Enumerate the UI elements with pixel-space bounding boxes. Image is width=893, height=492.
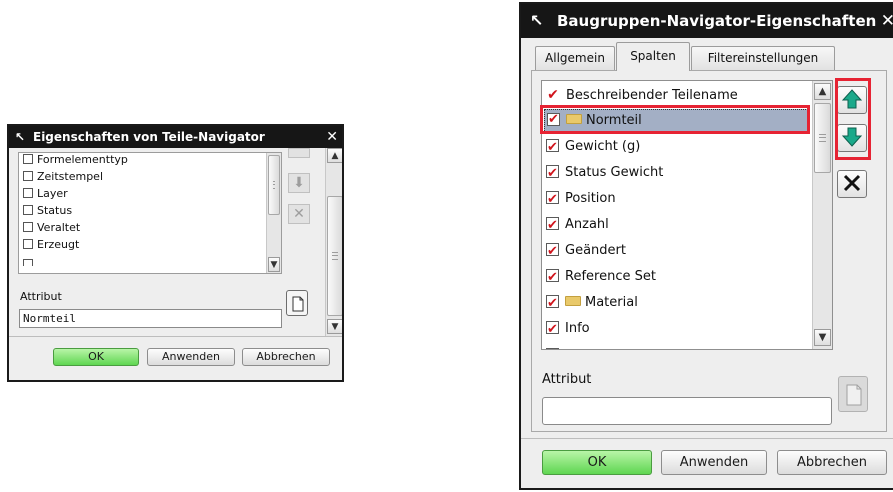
selected-row-highlight bbox=[540, 105, 810, 134]
pin-icon[interactable]: ↖ bbox=[530, 4, 543, 38]
move-buttons-highlight bbox=[835, 78, 871, 160]
scroll-up-icon[interactable]: ▲ bbox=[327, 148, 342, 163]
checkbox[interactable] bbox=[23, 205, 33, 215]
checkbox[interactable] bbox=[23, 259, 33, 266]
scroll-down-icon[interactable]: ▼ bbox=[327, 319, 342, 334]
list-item[interactable]: Position bbox=[546, 186, 616, 213]
scrollbar-thumb[interactable] bbox=[814, 103, 831, 173]
move-down-icon[interactable]: ⬇ bbox=[288, 173, 310, 193]
list-item-label: Material bbox=[585, 295, 638, 310]
title-bar[interactable]: ↖ Eigenschaften von Teile-Navigator ✕ bbox=[9, 126, 342, 148]
new-document-icon[interactable] bbox=[286, 290, 308, 316]
list-item[interactable]: Geändert bbox=[546, 238, 626, 265]
list-item-label: Formelementtyp bbox=[37, 153, 128, 166]
checkbox[interactable] bbox=[546, 161, 559, 187]
pin-icon[interactable]: ↖ bbox=[15, 126, 25, 148]
apply-button[interactable]: Anwenden bbox=[661, 450, 767, 475]
list-item[interactable]: Formelementtyp bbox=[23, 153, 128, 168]
checkbox[interactable] bbox=[23, 222, 33, 232]
list-item-label: Veraltet bbox=[37, 221, 81, 234]
list-scrollbar[interactable]: ▲ ▼ bbox=[812, 81, 832, 349]
close-icon[interactable]: ✕ bbox=[326, 126, 338, 148]
list-item[interactable]: Status bbox=[23, 202, 72, 219]
list-item-label: Status Gewicht bbox=[565, 165, 664, 180]
scroll-up-icon[interactable]: ▲ bbox=[814, 83, 831, 100]
checkbox[interactable] bbox=[23, 239, 33, 249]
list-item-label: Geändert bbox=[565, 243, 626, 258]
list-item-label: Info bbox=[565, 321, 590, 336]
apply-button[interactable]: Anwenden bbox=[147, 348, 235, 366]
checkbox[interactable] bbox=[23, 188, 33, 198]
new-document-icon[interactable] bbox=[838, 376, 868, 412]
scroll-down-icon[interactable]: ▼ bbox=[814, 329, 831, 346]
list-item-label: Layer bbox=[37, 187, 68, 200]
scroll-down-icon[interactable]: ▼ bbox=[268, 257, 280, 272]
list-item[interactable]: Anzahl bbox=[546, 212, 609, 239]
checkbox[interactable] bbox=[546, 213, 559, 239]
checkbox[interactable] bbox=[546, 135, 559, 161]
checkbox[interactable] bbox=[546, 291, 559, 317]
list-item-label: Anzahl bbox=[565, 217, 609, 232]
attribute-label: Attribut bbox=[20, 290, 62, 303]
scrollbar-thumb[interactable] bbox=[268, 155, 280, 215]
divider bbox=[521, 438, 893, 439]
dialog-title: Baugruppen-Navigator-Eigenschaften bbox=[557, 12, 877, 30]
move-up-button[interactable] bbox=[288, 148, 310, 158]
list-item-label: Reference Set bbox=[565, 269, 656, 284]
list-item-partial[interactable] bbox=[546, 343, 565, 349]
close-icon[interactable]: ✕ bbox=[881, 4, 893, 38]
list-item-label: Position bbox=[565, 191, 616, 206]
list-item-label: Erzeugt bbox=[37, 238, 80, 251]
list-item-partial[interactable] bbox=[23, 256, 83, 266]
list-item[interactable]: Gewicht (g) bbox=[546, 134, 641, 161]
checkbox[interactable] bbox=[546, 239, 559, 265]
list-item[interactable]: Veraltet bbox=[23, 219, 80, 236]
dialog-title: Eigenschaften von Teile-Navigator bbox=[33, 130, 265, 144]
delete-icon bbox=[843, 174, 861, 192]
list-item[interactable]: Info bbox=[546, 316, 590, 343]
ok-button[interactable]: OK bbox=[542, 450, 652, 475]
tab-filtereinstellungen[interactable]: Filtereinstellungen bbox=[691, 46, 835, 70]
list-item[interactable]: Layer bbox=[23, 185, 68, 202]
list-item[interactable]: Reference Set bbox=[546, 264, 656, 291]
checkbox[interactable] bbox=[23, 154, 33, 164]
list-item[interactable]: Zeitstempel bbox=[23, 168, 103, 185]
list-item-label: Gewicht (g) bbox=[565, 139, 641, 154]
cancel-button[interactable]: Abbrechen bbox=[777, 450, 887, 475]
attribute-label: Attribut bbox=[542, 372, 592, 387]
list-item[interactable]: Material bbox=[546, 290, 638, 317]
scrollbar-thumb[interactable] bbox=[327, 196, 342, 316]
tab-allgemein[interactable]: Allgemein bbox=[535, 46, 615, 70]
folder-icon bbox=[565, 296, 581, 306]
checkbox[interactable] bbox=[546, 187, 559, 213]
delete-icon[interactable]: ✕ bbox=[288, 204, 310, 224]
list-item[interactable]: Status Gewicht bbox=[546, 160, 664, 187]
divider bbox=[9, 336, 342, 337]
tab-spalten[interactable]: Spalten bbox=[616, 42, 690, 71]
list-item-label: Beschreibender Teilename bbox=[566, 88, 738, 103]
cancel-button[interactable]: Abbrechen bbox=[242, 348, 330, 366]
checkbox[interactable] bbox=[23, 171, 33, 181]
title-bar[interactable]: ↖ Baugruppen-Navigator-Eigenschaften ✕ bbox=[521, 4, 893, 38]
list-item-label: Status bbox=[37, 204, 73, 217]
ok-button[interactable]: OK bbox=[53, 348, 139, 366]
list-item[interactable]: Erzeugt bbox=[23, 236, 79, 253]
attribute-field[interactable]: Normteil bbox=[19, 309, 282, 328]
column-list[interactable]: Formelementtyp Zeitstempel Layer Status … bbox=[18, 152, 282, 274]
list-item-label: Zeitstempel bbox=[37, 170, 104, 183]
list-scrollbar[interactable]: ▼ bbox=[266, 153, 281, 273]
checkbox[interactable] bbox=[546, 265, 559, 291]
checkbox[interactable] bbox=[546, 344, 559, 349]
teile-navigator-properties-dialog: ↖ Eigenschaften von Teile-Navigator ✕ Fo… bbox=[7, 124, 344, 382]
delete-button[interactable] bbox=[837, 170, 867, 198]
dialog-scrollbar[interactable]: ▲ ▼ bbox=[325, 148, 342, 336]
attribute-field[interactable] bbox=[542, 397, 832, 425]
checkbox[interactable] bbox=[546, 317, 559, 343]
baugruppen-navigator-properties-dialog: ↖ Baugruppen-Navigator-Eigenschaften ✕ A… bbox=[519, 2, 893, 490]
